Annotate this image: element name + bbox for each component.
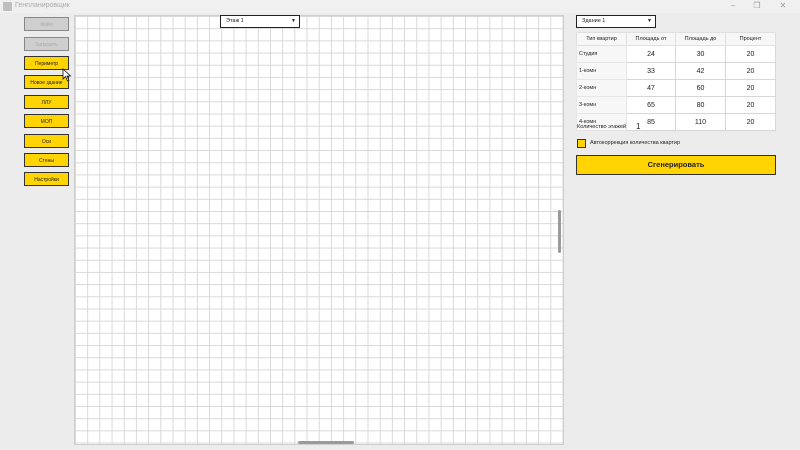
area-to-cell[interactable]: 42 [675,62,726,80]
percent-cell[interactable]: 20 [725,96,776,114]
building-select[interactable]: Здание 1 ▼ [576,15,656,28]
row-label: 3-комн [576,96,627,114]
area-from-cell[interactable]: 65 [626,96,676,114]
apartment-table: Тип квартир Площадь от Площадь до Процен… [576,32,776,131]
chevron-down-icon: ▼ [647,18,652,24]
mop-button[interactable]: МОП [24,114,69,128]
title-bar: Генпланировщик – ❐ ✕ [0,0,800,13]
column-header: Площадь от [626,32,676,46]
percent-cell[interactable]: 20 [725,113,776,131]
area-to-cell[interactable]: 110 [675,113,726,131]
app-icon [3,2,12,11]
close-icon[interactable]: ✕ [772,0,794,13]
row-label: 1-комн [576,62,627,80]
area-to-cell[interactable]: 30 [675,45,726,63]
maximize-icon[interactable]: ❐ [746,0,768,13]
column-header: Тип квартир [576,32,627,46]
window-title: Генпланировщик [15,2,70,9]
vertical-scrollbar[interactable] [558,210,561,253]
table-row: 2-комн 47 60 20 [576,79,776,97]
area-from-cell[interactable]: 85 [626,113,676,131]
table-row: 1-комн 33 42 20 [576,62,776,80]
floors-count-label: Количество этажей [577,124,627,130]
area-to-cell[interactable]: 80 [675,96,726,114]
settings-button[interactable]: Настройки [24,172,69,186]
auto-correct-checkbox[interactable] [577,139,586,148]
chevron-down-icon: ▼ [291,18,296,24]
minimize-icon[interactable]: – [722,0,744,13]
column-header: Процент [725,32,776,46]
horizontal-scrollbar[interactable] [298,441,354,444]
drawing-canvas[interactable] [74,15,564,445]
auto-correct-label: Автокоррекция количества квартир [590,140,681,146]
load-button[interactable]: Загрузить [24,37,69,51]
axes-button[interactable]: Оси [24,134,69,148]
floor-select[interactable]: Этаж 1 ▼ [220,15,300,28]
building-select-value: Здание 1 [582,18,606,24]
area-from-cell[interactable]: 33 [626,62,676,80]
percent-cell[interactable]: 20 [725,79,776,97]
column-header: Площадь до [675,32,726,46]
table-row: 3-комн 65 80 20 [576,96,776,114]
area-to-cell[interactable]: 60 [675,79,726,97]
llu-button[interactable]: ЛЛУ [24,95,69,109]
floors-count-value[interactable]: 1 [636,122,640,131]
generate-button[interactable]: Сгенерировать [576,155,776,175]
area-from-cell[interactable]: 47 [626,79,676,97]
table-row: Студия 24 30 20 [576,45,776,63]
floor-select-value: Этаж 1 [226,18,244,24]
area-from-cell[interactable]: 24 [626,45,676,63]
file-button[interactable]: Файл [24,17,69,31]
percent-cell[interactable]: 20 [725,62,776,80]
row-label: Студия [576,45,627,63]
mouse-cursor-icon [62,68,72,82]
walls-button[interactable]: Стены [24,153,69,167]
row-label: 2-комн [576,79,627,97]
percent-cell[interactable]: 20 [725,45,776,63]
table-header-row: Тип квартир Площадь от Площадь до Процен… [576,32,776,46]
